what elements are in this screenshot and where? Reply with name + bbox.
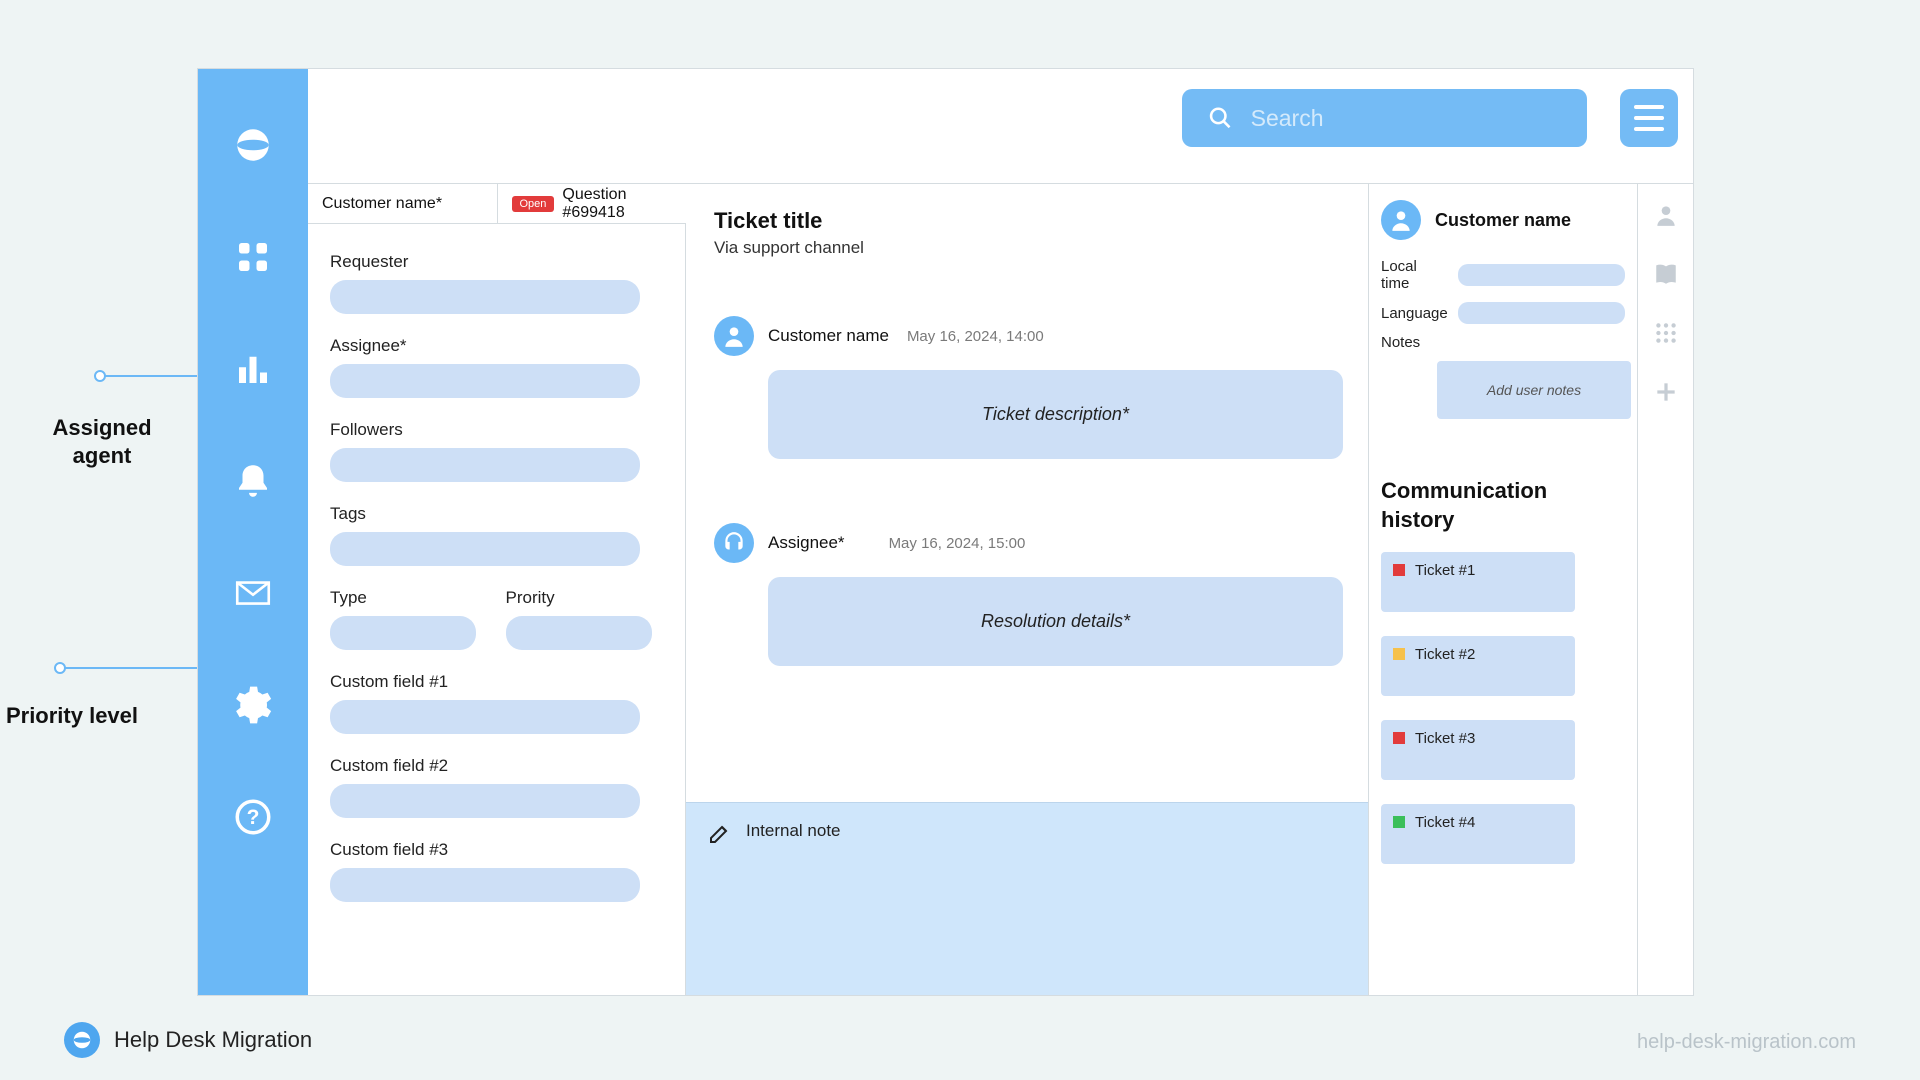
type-label: Type [330, 588, 488, 608]
tags-label: Tags [330, 504, 663, 524]
reports-icon[interactable] [232, 348, 274, 390]
custom2-label: Custom field #2 [330, 756, 663, 776]
local-time-label: Local time [1381, 258, 1448, 292]
followers-label: Followers [330, 420, 663, 440]
custom3-input[interactable] [330, 868, 640, 902]
message-author: Customer name [768, 326, 889, 346]
priority-indicator [1393, 732, 1405, 744]
message-time: May 16, 2024, 15:00 [889, 535, 1026, 552]
notes-label: Notes [1381, 334, 1420, 351]
history-ticket-item[interactable]: Ticket #1 [1381, 552, 1575, 612]
footer-logo-icon [64, 1022, 100, 1058]
ticket-title: Ticket title [714, 208, 1340, 234]
message-customer: Customer name May 16, 2024, 14:00 Ticket… [686, 304, 1368, 471]
conversation-area: Ticket title Via support channel Custome… [686, 184, 1369, 995]
search-input[interactable] [1251, 105, 1561, 132]
plus-icon[interactable] [1653, 379, 1679, 410]
edit-icon [708, 821, 732, 845]
search-box[interactable] [1182, 89, 1587, 147]
message-time: May 16, 2024, 14:00 [907, 328, 1044, 345]
status-badge: Open [512, 196, 555, 212]
history-ticket-item[interactable]: Ticket #2 [1381, 636, 1575, 696]
message-body: Ticket description* [768, 370, 1343, 459]
message-agent: Assignee* May 16, 2024, 15:00 Resolution… [686, 511, 1368, 678]
priority-indicator [1393, 564, 1405, 576]
tabs: Customer name* Open Question #699418 [308, 184, 686, 224]
communication-history-title: Communication history [1381, 477, 1625, 534]
tab-ticket-id: Question #699418 [562, 186, 672, 222]
history-ticket-item[interactable]: Ticket #4 [1381, 804, 1575, 864]
footer-brand-text: Help Desk Migration [114, 1027, 312, 1053]
language-label: Language [1381, 305, 1448, 322]
ticket-item-label: Ticket #3 [1415, 730, 1475, 747]
customer-panel: Customer name Local time Language Notes … [1369, 184, 1637, 995]
help-icon[interactable]: ? [232, 796, 274, 838]
assignee-input[interactable] [330, 364, 640, 398]
requester-input[interactable] [330, 280, 640, 314]
logo-icon[interactable] [232, 124, 274, 166]
apps-icon[interactable] [1653, 320, 1679, 351]
tab-ticket[interactable]: Open Question #699418 [498, 184, 687, 223]
customer-name: Customer name [1435, 210, 1571, 231]
annotation-priority-level: Priority level [2, 702, 142, 730]
type-input[interactable] [330, 616, 476, 650]
footer-url: help-desk-migration.com [1637, 1031, 1856, 1054]
priority-indicator [1393, 816, 1405, 828]
custom1-input[interactable] [330, 700, 640, 734]
annotation-assigned-agent: Assigned agent [32, 414, 172, 469]
custom3-label: Custom field #3 [330, 840, 663, 860]
assignee-label: Assignee* [330, 336, 663, 356]
app-window: ? Customer name* Open Question #699418 R… [197, 68, 1694, 996]
history-ticket-item[interactable]: Ticket #3 [1381, 720, 1575, 780]
ticket-item-label: Ticket #4 [1415, 814, 1475, 831]
annotation-dot [54, 662, 66, 674]
notifications-icon[interactable] [232, 460, 274, 502]
message-body: Resolution details* [768, 577, 1343, 666]
footer-brand: Help Desk Migration [64, 1022, 312, 1058]
language-value [1458, 302, 1625, 324]
tab-customer-label: Customer name* [322, 195, 442, 213]
menu-button[interactable] [1620, 89, 1678, 147]
ticket-item-label: Ticket #1 [1415, 562, 1475, 579]
ticket-item-label: Ticket #2 [1415, 646, 1475, 663]
details-panel: Requester Assignee* Followers Tags Type … [308, 224, 686, 995]
internal-note-area[interactable]: Internal note [686, 802, 1368, 995]
book-icon[interactable] [1653, 261, 1679, 292]
local-time-value [1458, 264, 1625, 286]
nav-rail: ? [198, 69, 308, 995]
annotation-dot [94, 370, 106, 382]
search-icon [1208, 104, 1233, 132]
priority-indicator [1393, 648, 1405, 660]
priority-input[interactable] [506, 616, 652, 650]
priority-label: Prority [506, 588, 664, 608]
custom1-label: Custom field #1 [330, 672, 663, 692]
mail-icon[interactable] [232, 572, 274, 614]
custom2-input[interactable] [330, 784, 640, 818]
customer-avatar-icon [1381, 200, 1421, 240]
followers-input[interactable] [330, 448, 640, 482]
svg-text:?: ? [247, 806, 260, 829]
ticket-channel: Via support channel [714, 238, 1340, 258]
tab-customer[interactable]: Customer name* [308, 184, 498, 223]
headset-icon [714, 523, 754, 563]
user-avatar-icon [714, 316, 754, 356]
notes-input[interactable]: Add user notes [1437, 361, 1631, 419]
internal-note-label: Internal note [746, 821, 841, 841]
requester-label: Requester [330, 252, 663, 272]
dashboard-icon[interactable] [232, 236, 274, 278]
communication-history: Communication history Ticket #1 Ticket #… [1381, 477, 1625, 864]
settings-icon[interactable] [232, 684, 274, 726]
user-icon[interactable] [1653, 202, 1679, 233]
message-author: Assignee* [768, 533, 845, 553]
top-bar [308, 69, 1693, 184]
right-icon-strip [1637, 184, 1693, 995]
tags-input[interactable] [330, 532, 640, 566]
